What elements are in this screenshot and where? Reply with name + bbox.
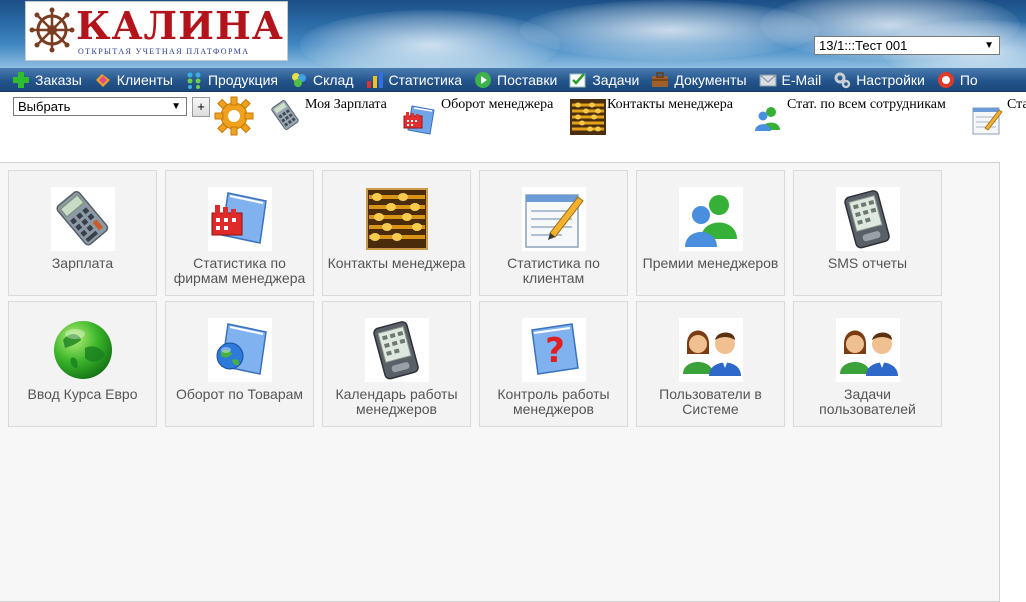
folder-chart-icon — [208, 187, 272, 251]
menu-item-label: Документы — [674, 71, 747, 88]
tile-label: Ввод Курса Евро — [27, 386, 138, 402]
tile-label: Премии менеджеров — [642, 255, 779, 271]
folder-question-icon: ? — [522, 318, 586, 382]
menu-item-statistics[interactable]: Статистика — [366, 68, 463, 91]
tile-manager-bonuses[interactable]: Премии менеджеров — [636, 170, 785, 296]
menu-item-products[interactable]: Продукция — [185, 68, 278, 91]
tile-salary[interactable]: Зарплата — [8, 170, 157, 296]
menu-item-label: Клиенты — [116, 71, 173, 88]
menu-item-label: Поставки — [497, 71, 558, 88]
main-menu: Заказы Клиенты Продукция Склад Статистик… — [0, 68, 1026, 92]
notepad-icon[interactable] — [971, 104, 1003, 136]
quick-link-all-staff-stats[interactable]: Стат. по всем сотрудникам — [787, 97, 946, 113]
tile-label: Статистика по клиентам — [507, 255, 600, 286]
abacus-icon[interactable] — [570, 99, 606, 135]
choose-select-value: Выбрать — [18, 99, 71, 114]
tile-euro-rate[interactable]: Ввод Курса Евро — [8, 301, 157, 427]
statistics-icon — [366, 71, 383, 88]
quick-link-my-salary[interactable]: Моя Зарплата — [305, 97, 387, 113]
menu-item-label: По — [959, 71, 978, 88]
header-banner: КАЛИНА ОТКРЫТАЯ УЧЕТНАЯ ПЛАТФОРМА 13/1::… — [0, 0, 1026, 68]
folder-globe-icon — [208, 318, 272, 382]
tile-client-stats[interactable]: Статистика по клиентам — [479, 170, 628, 296]
logo-title: КАЛИНА — [76, 3, 284, 48]
logo-subtitle: ОТКРЫТАЯ УЧЕТНАЯ ПЛАТФОРМА — [78, 47, 250, 56]
menu-item-help[interactable]: По — [937, 68, 978, 91]
dropdown-arrow-icon: ▼ — [171, 101, 181, 112]
products-icon — [187, 72, 201, 89]
ship-wheel-icon — [29, 7, 75, 53]
tile-label: Пользователи в Системе — [659, 386, 762, 417]
quick-link-manager-turnover[interactable]: Оборот менеджера — [441, 97, 553, 113]
plus-icon — [13, 71, 29, 88]
menu-item-label: Настройки — [856, 71, 925, 88]
menu-item-label: Продукция — [207, 71, 278, 88]
help-icon — [937, 71, 954, 88]
menu-item-documents[interactable]: Документы — [651, 68, 747, 91]
menu-item-warehouse[interactable]: Склад — [290, 68, 354, 91]
gear-icon[interactable] — [214, 96, 254, 136]
calculator-icon — [51, 187, 115, 251]
globe-icon — [54, 321, 112, 379]
add-button[interactable]: + — [192, 97, 210, 117]
users-icon[interactable] — [754, 104, 782, 132]
deliveries-icon — [475, 71, 492, 88]
logo[interactable]: КАЛИНА ОТКРЫТАЯ УЧЕТНАЯ ПЛАТФОРМА — [25, 1, 288, 61]
project-select-value: 13/1:::Тест 001 — [819, 38, 908, 53]
calculator-icon[interactable] — [270, 100, 300, 130]
menu-item-label: Задачи — [592, 71, 640, 88]
tasks-icon — [569, 72, 586, 87]
clients-icon — [95, 73, 110, 87]
tile-product-turnover[interactable]: Оборот по Товарам — [165, 301, 314, 427]
menu-item-orders[interactable]: Заказы — [12, 68, 82, 91]
project-select[interactable]: 13/1:::Тест 001 ▼ — [814, 36, 1000, 55]
notepad-icon — [522, 187, 586, 251]
tile-label: Задачи пользователей — [819, 386, 916, 417]
folder-chart-icon[interactable] — [402, 102, 438, 136]
people-icon — [836, 318, 900, 382]
tile-system-users[interactable]: Пользователи в Системе — [636, 301, 785, 427]
tile-label: Зарплата — [51, 255, 114, 271]
tile-label: Календарь работы менеджеров — [335, 386, 458, 417]
people-icon — [679, 318, 743, 382]
menu-item-label: Заказы — [35, 71, 82, 88]
settings-icon — [834, 72, 851, 88]
choose-select[interactable]: Выбрать ▼ — [13, 97, 187, 116]
dashboard-panel: Зарплата Статистика по фирмам менеджера … — [0, 162, 1000, 602]
menu-item-tasks[interactable]: Задачи — [569, 68, 640, 91]
tile-sms-reports[interactable]: SMS отчеты — [793, 170, 942, 296]
tile-label: Статистика по фирмам менеджера — [173, 255, 306, 286]
menu-item-label: E-Mail — [781, 71, 822, 88]
svg-text:?: ? — [545, 331, 565, 371]
warehouse-icon — [291, 72, 306, 87]
abacus-icon — [366, 188, 428, 250]
email-icon — [759, 74, 777, 86]
menu-item-clients[interactable]: Клиенты — [94, 68, 173, 91]
menu-item-deliveries[interactable]: Поставки — [474, 68, 558, 91]
dropdown-arrow-icon: ▼ — [984, 40, 994, 51]
quick-link-stats-truncated[interactable]: Ста — [1007, 97, 1026, 113]
pda-icon — [365, 318, 429, 382]
toolbar: Выбрать ▼ + Моя Зарплата Оборот менеджер… — [0, 92, 1026, 142]
menu-item-label: Статистика — [388, 71, 463, 88]
tile-label: Оборот по Товарам — [175, 386, 304, 402]
quick-link-manager-contacts[interactable]: Контакты менеджера — [607, 97, 733, 113]
tile-manager-control[interactable]: ? Контроль работы менеджеров — [479, 301, 628, 427]
tile-manager-calendar[interactable]: Календарь работы менеджеров — [322, 301, 471, 427]
documents-icon — [652, 71, 669, 87]
tile-label: Контакты менеджера — [327, 255, 466, 271]
tile-manager-firm-stats[interactable]: Статистика по фирмам менеджера — [165, 170, 314, 296]
tile-manager-contacts[interactable]: Контакты менеджера — [322, 170, 471, 296]
menu-item-email[interactable]: E-Mail — [759, 68, 822, 91]
tile-label: Контроль работы менеджеров — [497, 386, 610, 417]
tile-user-tasks[interactable]: Задачи пользователей — [793, 301, 942, 427]
tile-label: SMS отчеты — [827, 255, 908, 271]
menu-item-settings[interactable]: Настройки — [833, 68, 925, 91]
users-icon — [679, 187, 743, 251]
pda-icon — [836, 187, 900, 251]
menu-item-label: Склад — [312, 71, 354, 88]
